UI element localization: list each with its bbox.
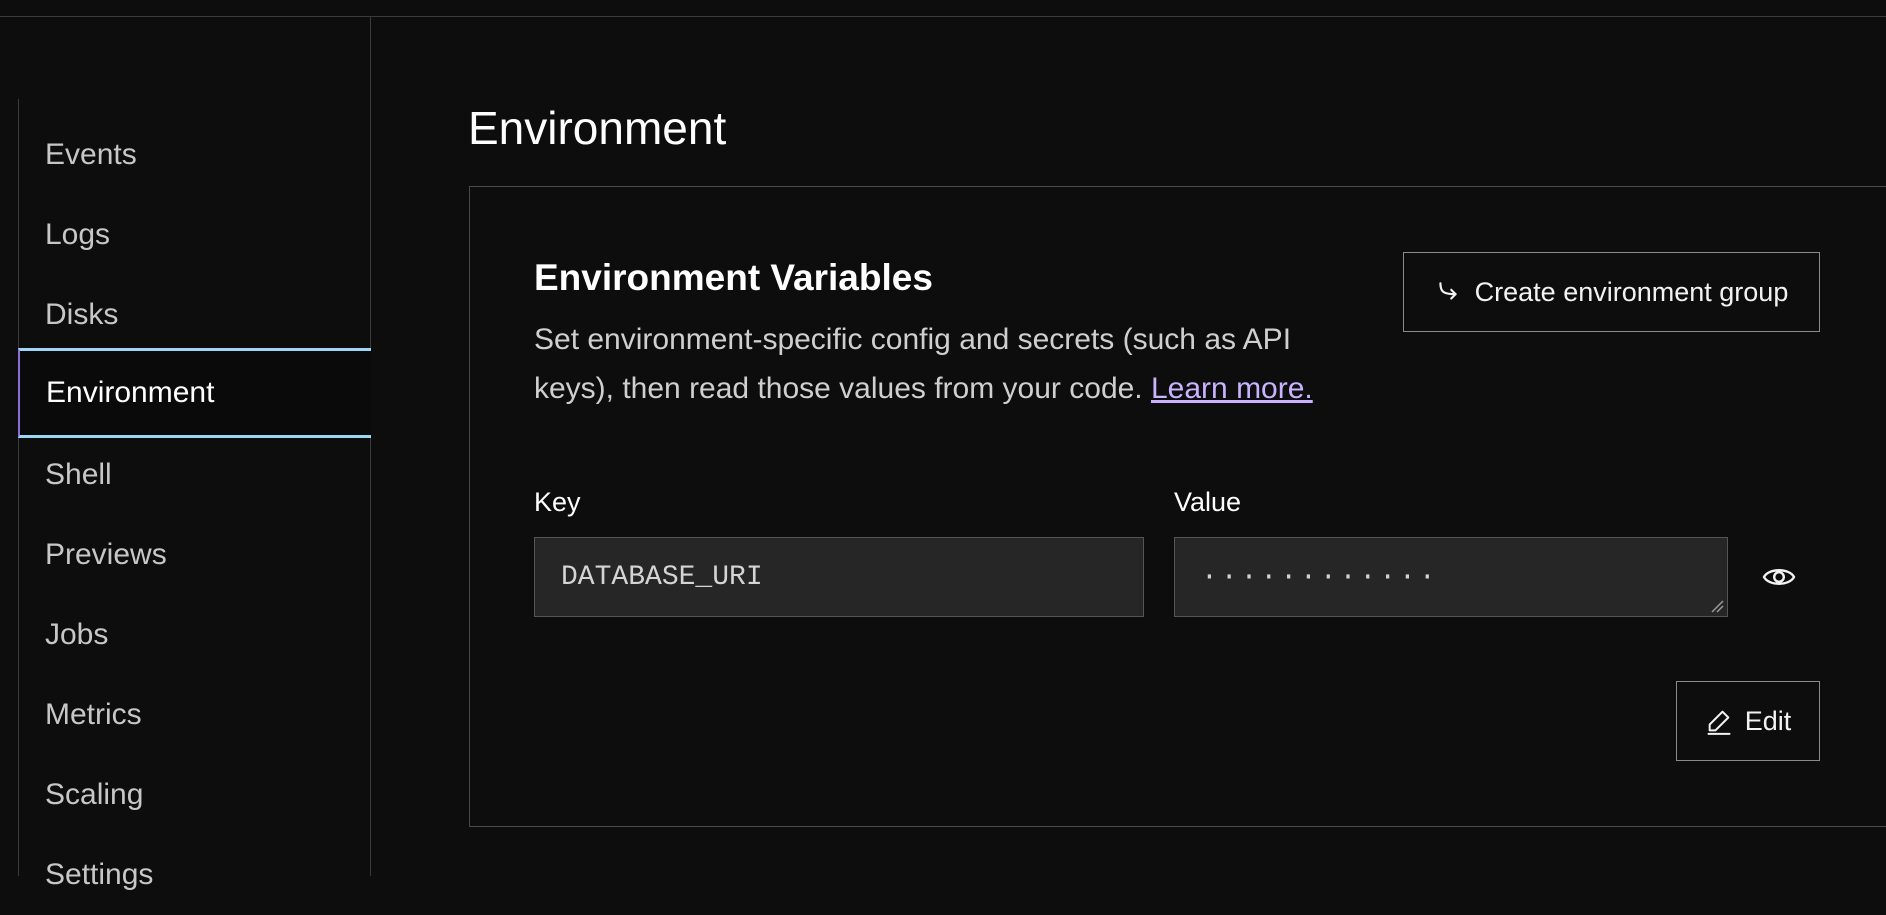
edit-button[interactable]: Edit bbox=[1676, 681, 1820, 761]
key-input[interactable]: DATABASE_URI bbox=[534, 537, 1144, 617]
resize-grip-icon[interactable] bbox=[1710, 599, 1724, 613]
sidebar-item-disks[interactable]: Disks bbox=[19, 275, 372, 355]
eye-icon[interactable] bbox=[1761, 559, 1797, 595]
sidebar: Events Logs Disks Environment Shell Prev… bbox=[0, 17, 372, 891]
sidebar-item-label: Environment bbox=[46, 376, 215, 409]
create-environment-group-button[interactable]: Create environment group bbox=[1403, 252, 1820, 332]
sidebar-item-label: Metrics bbox=[45, 698, 142, 731]
top-bar bbox=[0, 0, 1886, 17]
sidebar-item-label: Scaling bbox=[45, 778, 144, 811]
sidebar-item-label: Logs bbox=[45, 218, 111, 251]
sidebar-item-label: Events bbox=[45, 138, 137, 171]
sidebar-item-metrics[interactable]: Metrics bbox=[19, 675, 372, 755]
value-input-masked: ············ bbox=[1201, 561, 1439, 593]
sidebar-item-logs[interactable]: Logs bbox=[19, 195, 372, 275]
sidebar-item-label: Settings bbox=[45, 858, 154, 891]
edit-button-label: Edit bbox=[1744, 705, 1792, 736]
page-title: Environment bbox=[468, 102, 727, 154]
sidebar-item-label: Disks bbox=[45, 298, 119, 331]
sidebar-item-events[interactable]: Events bbox=[19, 115, 372, 195]
sidebar-item-shell[interactable]: Shell bbox=[19, 435, 372, 515]
key-label: Key bbox=[534, 487, 581, 517]
env-vars-card: Environment Variables Set environment-sp… bbox=[469, 186, 1886, 827]
sidebar-item-label: Jobs bbox=[45, 618, 109, 651]
sidebar-item-environment[interactable]: Environment bbox=[18, 348, 371, 438]
sidebar-nav: Events Logs Disks Environment Shell Prev… bbox=[18, 99, 372, 891]
card-description: Set environment-specific config and secr… bbox=[534, 315, 1354, 413]
sidebar-item-jobs[interactable]: Jobs bbox=[19, 595, 372, 675]
learn-more-link[interactable]: Learn more. bbox=[1151, 372, 1313, 405]
sidebar-item-previews[interactable]: Previews bbox=[19, 515, 372, 595]
card-title: Environment Variables bbox=[534, 257, 933, 298]
sidebar-item-label: Previews bbox=[45, 538, 167, 571]
create-button-label: Create environment group bbox=[1474, 276, 1789, 307]
sidebar-item-settings[interactable]: Settings bbox=[19, 835, 372, 915]
sidebar-item-label: Shell bbox=[45, 458, 112, 491]
value-label: Value bbox=[1174, 487, 1242, 517]
sidebar-item-scaling[interactable]: Scaling bbox=[19, 755, 372, 835]
value-input[interactable]: ············ bbox=[1174, 537, 1728, 617]
key-input-value: DATABASE_URI bbox=[561, 561, 763, 593]
main-content: Environment Environment Variables Set en… bbox=[372, 17, 1886, 876]
pencil-icon bbox=[1707, 710, 1731, 735]
arrow-hook-right-icon bbox=[1438, 282, 1457, 300]
